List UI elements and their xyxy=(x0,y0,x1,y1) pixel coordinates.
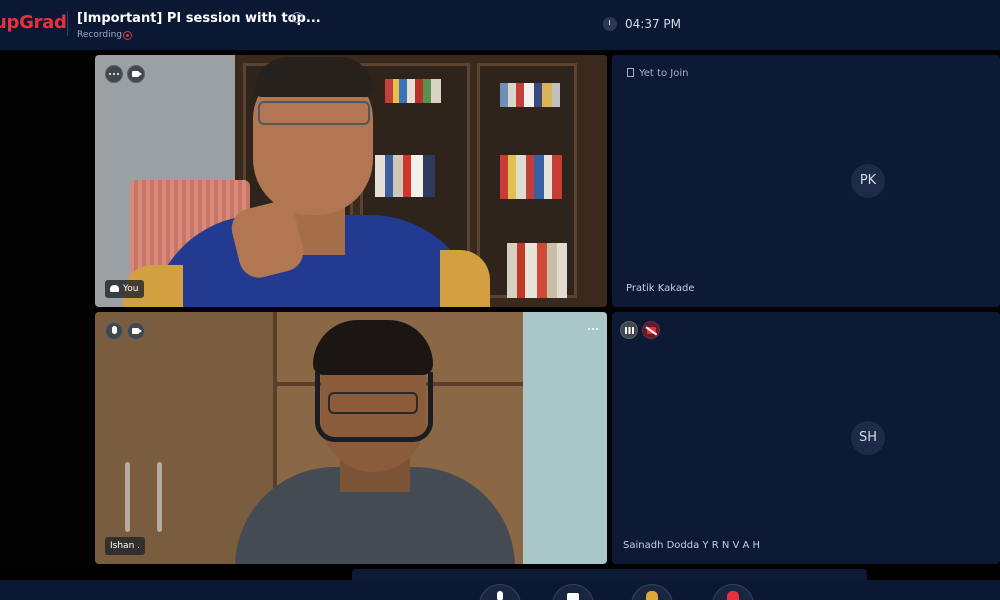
yet-to-join-status: Yet to Join xyxy=(627,68,688,79)
avatar: SH xyxy=(851,421,885,455)
meeting-app: upGrad [Important] PI session with top..… xyxy=(0,0,1000,600)
camera-off-icon xyxy=(642,321,660,339)
audio-bars-icon xyxy=(620,321,638,339)
more-dots-icon[interactable] xyxy=(588,328,598,330)
camera-icon[interactable] xyxy=(127,322,145,340)
info-icon[interactable]: i xyxy=(292,12,303,23)
glasses xyxy=(328,392,418,414)
record-dot-icon xyxy=(123,31,132,40)
participant-name: Sainadh Dodda Y R N V A H xyxy=(623,540,761,551)
name-tag-you: You xyxy=(105,280,144,298)
brand-logo: upGrad xyxy=(0,12,67,33)
glasses xyxy=(258,101,370,125)
participant-tile-pratik[interactable]: Yet to Join PK Pratik Kakade xyxy=(612,55,1000,307)
video-tile-ishan[interactable]: Ishan . xyxy=(95,312,607,564)
name-tag-ishan: Ishan . xyxy=(105,537,145,555)
participant-name: Pratik Kakade xyxy=(626,283,695,294)
recording-label: Recording xyxy=(77,30,123,40)
clock-icon xyxy=(603,17,617,31)
camera-icon xyxy=(567,593,579,600)
participant-tile-sainadh[interactable]: SH Sainadh Dodda Y R N V A H xyxy=(612,312,1000,564)
microphone-icon xyxy=(497,591,503,600)
more-dots-icon[interactable] xyxy=(105,65,123,83)
participant-name: You xyxy=(123,284,139,294)
participant-name: Ishan . xyxy=(110,541,140,551)
header-divider xyxy=(67,12,68,36)
meeting-time: 04:37 PM xyxy=(625,17,681,31)
door-icon xyxy=(627,68,634,77)
camera-icon[interactable] xyxy=(127,65,145,83)
session-title: [Important] PI session with top... xyxy=(77,11,321,26)
avatar: PK xyxy=(851,164,885,198)
top-header: upGrad [Important] PI session with top..… xyxy=(0,0,1000,50)
speaker-icon xyxy=(110,285,119,292)
hand-icon xyxy=(646,591,658,600)
microphone-icon[interactable] xyxy=(105,322,123,340)
window xyxy=(523,312,607,564)
video-tile-you[interactable]: You xyxy=(95,55,607,307)
share-icon xyxy=(727,591,739,600)
